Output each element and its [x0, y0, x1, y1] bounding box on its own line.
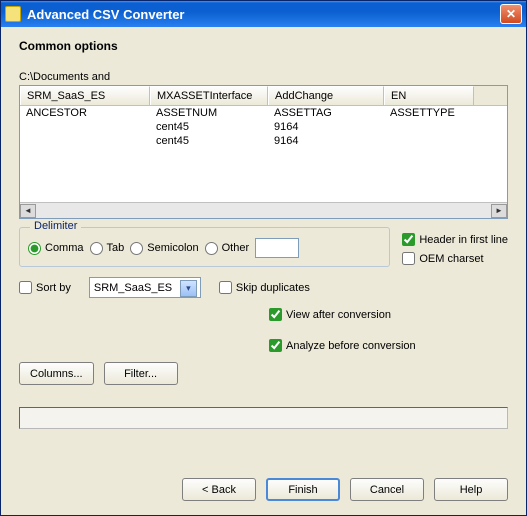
cell: ANCESTOR — [20, 106, 150, 120]
preview-grid: SRM_SaaS_ES MXASSETInterface AddChange E… — [19, 85, 508, 219]
section-title: Common options — [19, 39, 508, 53]
column-header[interactable]: AddChange — [268, 86, 384, 105]
check-label: OEM charset — [419, 253, 483, 265]
cell: ASSETNUM — [150, 106, 268, 120]
table-row[interactable]: cent45 9164 — [20, 134, 507, 148]
column-header[interactable]: EN — [384, 86, 474, 105]
sort-by-select[interactable]: SRM_SaaS_ES — [89, 277, 201, 298]
sort-by-checkbox[interactable]: Sort by — [19, 281, 71, 294]
help-button[interactable]: Help — [434, 478, 508, 501]
check-label: View after conversion — [286, 309, 391, 321]
check-label: Sort by — [36, 282, 71, 294]
check-label: Analyze before conversion — [286, 340, 416, 352]
analyze-before-checkbox[interactable]: Analyze before conversion — [269, 339, 416, 352]
delimiter-comma-radio[interactable]: Comma — [28, 242, 84, 255]
progress-bar — [19, 407, 508, 429]
view-after-checkbox[interactable]: View after conversion — [269, 308, 391, 321]
check-label: Header in first line — [419, 234, 508, 246]
app-icon — [5, 6, 21, 22]
cell — [384, 134, 474, 148]
back-button[interactable]: < Back — [182, 478, 256, 501]
cell — [20, 120, 150, 134]
cell: cent45 — [150, 134, 268, 148]
close-icon: ✕ — [506, 7, 516, 21]
close-button[interactable]: ✕ — [500, 4, 522, 24]
content-area: Common options C:\Documents and SRM_SaaS… — [1, 27, 526, 468]
cell — [384, 120, 474, 134]
delimiter-other-radio[interactable]: Other — [205, 242, 250, 255]
filter-button[interactable]: Filter... — [104, 362, 178, 385]
app-window: Advanced CSV Converter ✕ Common options … — [0, 0, 527, 516]
delimiter-other-input[interactable] — [255, 238, 299, 258]
column-header[interactable]: MXASSETInterface — [150, 86, 268, 105]
title-bar: Advanced CSV Converter ✕ — [1, 1, 526, 27]
delimiter-legend: Delimiter — [30, 220, 81, 232]
check-label: Skip duplicates — [236, 282, 310, 294]
radio-label: Tab — [107, 242, 125, 254]
wizard-footer: < Back Finish Cancel Help — [1, 468, 526, 515]
path-label: C:\Documents and — [19, 71, 508, 83]
header-first-line-checkbox[interactable]: Header in first line — [402, 233, 508, 246]
skip-duplicates-checkbox[interactable]: Skip duplicates — [219, 281, 310, 294]
grid-body: ANCESTOR ASSETNUM ASSETTAG ASSETTYPE cen… — [20, 106, 507, 202]
delimiter-group: Delimiter Comma Tab Semicolon — [19, 227, 390, 267]
radio-label: Comma — [45, 242, 84, 254]
window-title: Advanced CSV Converter — [27, 7, 185, 22]
columns-button[interactable]: Columns... — [19, 362, 94, 385]
cell — [20, 134, 150, 148]
horizontal-scrollbar[interactable]: ◄ ► — [20, 202, 507, 218]
cell: ASSETTYPE — [384, 106, 474, 120]
column-header[interactable]: SRM_SaaS_ES — [20, 86, 150, 105]
cell: 9164 — [268, 120, 384, 134]
scroll-left-button[interactable]: ◄ — [20, 204, 36, 218]
cell: 9164 — [268, 134, 384, 148]
table-row[interactable]: cent45 9164 — [20, 120, 507, 134]
delimiter-tab-radio[interactable]: Tab — [90, 242, 125, 255]
cell: cent45 — [150, 120, 268, 134]
table-row[interactable]: ANCESTOR ASSETNUM ASSETTAG ASSETTYPE — [20, 106, 507, 120]
grid-header: SRM_SaaS_ES MXASSETInterface AddChange E… — [20, 86, 507, 106]
oem-charset-checkbox[interactable]: OEM charset — [402, 252, 508, 265]
cancel-button[interactable]: Cancel — [350, 478, 424, 501]
radio-label: Other — [222, 242, 250, 254]
scroll-right-button[interactable]: ► — [491, 204, 507, 218]
radio-label: Semicolon — [147, 242, 198, 254]
select-value: SRM_SaaS_ES — [94, 282, 172, 294]
delimiter-semicolon-radio[interactable]: Semicolon — [130, 242, 198, 255]
cell: ASSETTAG — [268, 106, 384, 120]
finish-button[interactable]: Finish — [266, 478, 340, 501]
